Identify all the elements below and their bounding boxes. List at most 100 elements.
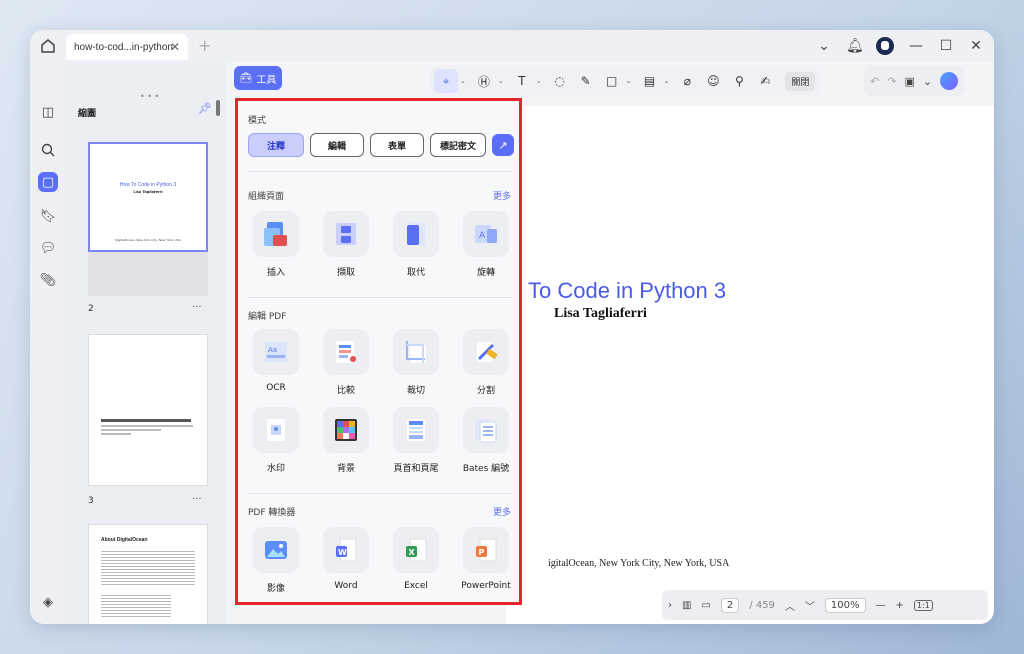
chevron-down-icon[interactable]: ⌄ <box>923 75 932 88</box>
page-layout-icon[interactable]: ▥ <box>682 600 691 611</box>
chevron-down-icon[interactable]: ⌄ <box>664 77 670 85</box>
thumbnail-number: 3 <box>88 496 94 506</box>
divider <box>248 493 512 494</box>
attach-tool-icon[interactable]: ⌀ <box>675 69 699 93</box>
tool-convert-word[interactable]: W Word <box>316 527 376 591</box>
apps-grid-icon[interactable]: ◫ <box>38 102 58 122</box>
drag-handle-icon[interactable]: • • • <box>140 92 159 101</box>
tool-convert-powerpoint[interactable]: P PowerPoint <box>456 527 516 591</box>
comment-icon[interactable]: 💬︎ <box>38 238 58 258</box>
collapse-icon[interactable]: › <box>668 600 672 611</box>
tool-header-footer[interactable]: 頁首和頁尾 <box>386 407 446 474</box>
tool-bates-number[interactable]: Bates 編號 <box>456 407 516 474</box>
attachment-icon[interactable]: 📎︎ <box>38 270 58 290</box>
avatar[interactable] <box>876 37 894 55</box>
thumb-heading: About DigitalOcean <box>101 537 148 543</box>
shape-tool-icon[interactable]: □ <box>600 69 624 93</box>
chevron-down-icon[interactable]: ⌄ <box>626 77 632 85</box>
search-icon[interactable] <box>38 140 58 160</box>
actual-size-icon[interactable]: 1:1 <box>913 599 933 611</box>
page-number-input[interactable]: 2 <box>720 597 740 613</box>
svg-text:X: X <box>409 548 416 557</box>
bell-icon[interactable]: 🔔︎ <box>846 38 864 54</box>
word-icon: W <box>323 527 369 573</box>
close-tab-icon[interactable]: ✕ <box>170 40 180 54</box>
zoom-level[interactable]: 100% <box>824 597 866 613</box>
thumbnail-more-icon[interactable]: ··· <box>192 494 202 505</box>
thumbnail-panel-title: 縮圖 <box>78 109 97 119</box>
title-bar: how-to-cod...in-python ✕ + ⌄ 🔔︎ — ☐ ✕ <box>30 30 994 62</box>
signature-tool-icon[interactable]: ✍ <box>753 69 777 93</box>
layers-icon[interactable]: ◈ <box>38 592 58 612</box>
thumbnail-page-1[interactable]: How To Code in Python 3 Lisa Tagliaferri… <box>88 142 208 252</box>
thumb-author: Lisa Tagliaferri <box>133 190 163 194</box>
tool-split[interactable]: 分割 <box>456 329 516 396</box>
tool-crop[interactable]: 裁切 <box>386 329 446 396</box>
select-tool-icon[interactable]: ⌖ <box>434 69 458 93</box>
tool-convert-image[interactable]: 影像 <box>246 527 306 594</box>
highlight-tool-icon[interactable]: Ⓗ <box>472 69 496 93</box>
mode-form-button[interactable]: 表單 <box>370 133 424 157</box>
open-external-icon[interactable]: ↗ <box>492 134 514 156</box>
document-tab[interactable]: how-to-cod...in-python ✕ <box>66 34 188 60</box>
tool-convert-excel[interactable]: X Excel <box>386 527 446 591</box>
chevron-down-icon[interactable]: ⌄ <box>460 77 466 85</box>
tool-ocr[interactable]: Aa OCR <box>246 329 306 393</box>
thumbnails-icon[interactable]: ▢ <box>38 172 58 192</box>
chevron-down-icon[interactable]: ⌄ <box>536 77 542 85</box>
mode-annotate-button[interactable]: 注釋 <box>248 133 304 157</box>
mode-edit-button[interactable]: 編輯 <box>310 133 364 157</box>
tool-rotate[interactable]: A 旋轉 <box>456 211 516 278</box>
redo-icon[interactable]: ↷ <box>887 75 896 88</box>
excel-icon: X <box>393 527 439 573</box>
presentation-icon[interactable]: ▭ <box>701 600 710 611</box>
measure-tool-icon[interactable]: ▤ <box>638 69 662 93</box>
edit-pdf-section-label: 編輯 PDF <box>248 312 287 322</box>
text-tool-icon[interactable]: T <box>510 69 534 93</box>
page-up-icon[interactable]: ︿ <box>785 598 795 613</box>
mode-section-label: 模式 <box>248 116 267 126</box>
tool-replace[interactable]: 取代 <box>386 211 446 278</box>
maximize-button[interactable]: ☐ <box>938 38 954 54</box>
mode-redact-button[interactable]: 標記密文 <box>430 133 486 157</box>
tool-label: Excel <box>404 581 428 591</box>
insert-page-icon <box>253 211 299 257</box>
thumbnail-more-icon[interactable]: ··· <box>192 302 202 313</box>
tool-label: 頁首和頁尾 <box>393 464 439 474</box>
zoom-out-icon[interactable]: — <box>876 600 886 611</box>
thumbnail-scrollbar[interactable] <box>216 100 220 116</box>
close-toolbar-button[interactable]: 關閉 <box>785 71 816 91</box>
zoom-in-icon[interactable]: + <box>896 600 904 611</box>
undo-icon[interactable]: ↶ <box>870 75 879 88</box>
pin-icon[interactable]: 📌︎ <box>198 102 212 115</box>
tool-watermark[interactable]: 水印 <box>246 407 306 474</box>
sticker-tool-icon[interactable]: ☺ <box>701 69 725 93</box>
converter-more-link[interactable]: 更多 <box>493 505 511 518</box>
chevron-down-icon[interactable]: ⌄ <box>498 77 504 85</box>
ai-assistant-icon[interactable] <box>940 72 959 90</box>
tool-insert[interactable]: 插入 <box>246 211 306 278</box>
tool-background[interactable]: 背景 <box>316 407 376 474</box>
comment-tool-icon[interactable]: ◌ <box>548 69 572 93</box>
home-icon[interactable] <box>38 36 58 56</box>
chevron-down-icon[interactable]: ⌄ <box>816 38 832 54</box>
pencil-tool-icon[interactable]: ✎ <box>574 69 598 93</box>
minimize-button[interactable]: — <box>908 38 924 54</box>
new-tab-icon[interactable]: + <box>198 36 211 55</box>
status-bar: › ▥ ▭ 2 / 459 ︿ ﹀ 100% — + 1:1 <box>662 590 988 620</box>
thumb-title: How To Code in Python 3 <box>119 182 177 188</box>
organize-more-link[interactable]: 更多 <box>493 189 511 202</box>
page-down-icon[interactable]: ﹀ <box>805 598 815 613</box>
save-icon[interactable]: ▣ <box>904 75 914 88</box>
tool-compare[interactable]: 比較 <box>316 329 376 396</box>
tools-button[interactable]: 🧰︎ 工具 <box>234 66 282 90</box>
bookmark-icon[interactable]: 🔖︎ <box>38 206 58 226</box>
stamp-tool-icon[interactable]: ⚲ <box>727 69 751 93</box>
page-total: / 459 <box>749 599 775 611</box>
tool-extract[interactable]: 擷取 <box>316 211 376 278</box>
annotation-toolbar: ⌖ ⌄ Ⓗ ⌄ T ⌄ ◌ ✎ □ ⌄ ▤ ⌄ ⌀ ☺ ⚲ ✍ 關閉 <box>430 66 820 96</box>
close-window-button[interactable]: ✕ <box>968 38 984 54</box>
thumbnail-page-3[interactable]: About DigitalOcean <box>88 524 208 624</box>
split-icon <box>463 329 509 375</box>
thumbnail-page-2[interactable] <box>88 334 208 486</box>
